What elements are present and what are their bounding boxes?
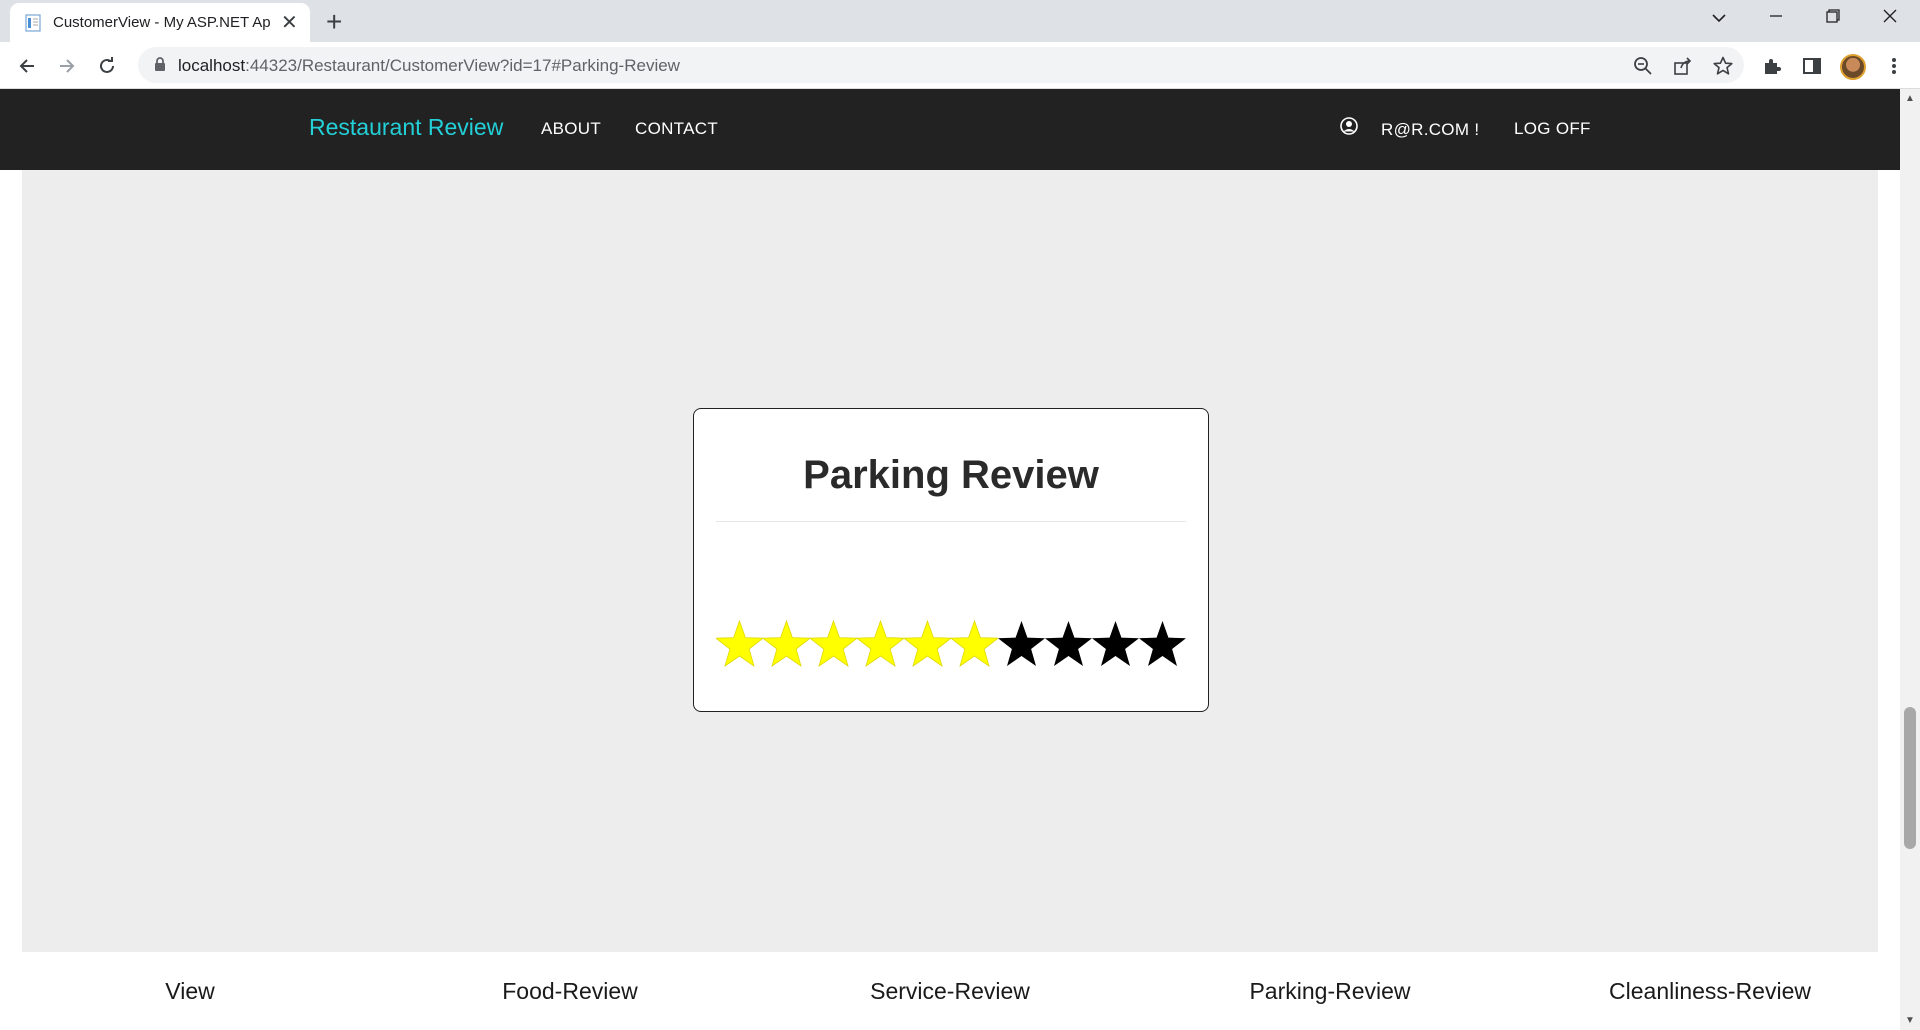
star-empty-icon[interactable] (998, 619, 1045, 671)
restore-button[interactable] (1813, 6, 1853, 29)
bottom-nav-service-review[interactable]: Service-Review (760, 978, 1140, 1005)
lock-icon[interactable] (154, 57, 166, 77)
bookmark-star-icon[interactable] (1712, 55, 1734, 77)
bottom-nav-cleanliness-review[interactable]: Cleanliness-Review (1520, 978, 1900, 1005)
card-title: Parking Review (803, 453, 1099, 497)
new-tab-button[interactable]: + (326, 8, 342, 36)
share-icon[interactable] (1672, 55, 1694, 77)
nav-log-off[interactable]: LOG OFF (1514, 119, 1591, 139)
menu-kebab-icon[interactable] (1882, 54, 1906, 78)
nav-contact[interactable]: CONTACT (635, 119, 718, 139)
star-empty-icon[interactable] (1045, 619, 1092, 671)
url-text: localhost:44323/Restaurant/CustomerView?… (178, 56, 680, 76)
site-navbar: Restaurant Review ABOUT CONTACT R@R.COM … (0, 89, 1900, 170)
side-panel-icon[interactable] (1800, 54, 1824, 78)
browser-toolbar: localhost:44323/Restaurant/CustomerView?… (0, 42, 1920, 89)
scroll-thumb[interactable] (1904, 707, 1916, 849)
card-divider (716, 521, 1186, 522)
minimize-button[interactable] (1756, 6, 1796, 29)
page-scrollbar[interactable]: ▲ ▼ (1900, 89, 1920, 1030)
star-filled-icon[interactable] (857, 619, 904, 671)
reload-button[interactable] (91, 50, 123, 82)
close-window-button[interactable] (1870, 6, 1910, 29)
main-content: Parking Review (22, 170, 1878, 952)
nav-user-account[interactable]: R@R.COM ! (1381, 120, 1479, 140)
star-filled-icon[interactable] (716, 619, 763, 671)
back-button[interactable] (11, 50, 43, 82)
nav-about[interactable]: ABOUT (541, 119, 601, 139)
url-path: :44323/Restaurant/CustomerView?id=17#Par… (245, 56, 680, 75)
star-rating (716, 619, 1186, 671)
zoom-icon[interactable] (1632, 55, 1654, 77)
page-viewport: Restaurant Review ABOUT CONTACT R@R.COM … (0, 89, 1920, 1030)
profile-avatar[interactable] (1840, 54, 1866, 80)
star-filled-icon[interactable] (763, 619, 810, 671)
user-icon (1340, 117, 1358, 140)
star-filled-icon[interactable] (951, 619, 998, 671)
forward-button[interactable] (51, 50, 83, 82)
page-icon (24, 13, 42, 32)
brand-link[interactable]: Restaurant Review (309, 114, 503, 141)
scroll-up-arrow-icon[interactable]: ▲ (1905, 93, 1915, 104)
tab-search-icon[interactable] (1699, 6, 1739, 29)
scroll-down-arrow-icon[interactable]: ▼ (1905, 1015, 1915, 1026)
star-empty-icon[interactable] (1139, 619, 1186, 671)
browser-tab-bar: CustomerView - My ASP.NET Application ✕ … (0, 0, 1920, 42)
star-filled-icon[interactable] (904, 619, 951, 671)
browser-tab[interactable]: CustomerView - My ASP.NET Application ✕ (10, 3, 310, 42)
extensions-icon[interactable] (1760, 54, 1784, 78)
close-tab-icon[interactable]: ✕ (281, 13, 298, 33)
bottom-nav-food-review[interactable]: Food-Review (380, 978, 760, 1005)
url-host: localhost (178, 56, 246, 75)
parking-review-card: Parking Review (693, 408, 1209, 712)
star-filled-icon[interactable] (810, 619, 857, 671)
address-bar[interactable]: localhost:44323/Restaurant/CustomerView?… (138, 47, 1744, 83)
tab-title: CustomerView - My ASP.NET Application (53, 14, 271, 31)
bottom-nav-parking-review[interactable]: Parking-Review (1140, 978, 1520, 1005)
review-section-nav: View Food-Review Service-Review Parking-… (0, 952, 1900, 1030)
bottom-nav-view[interactable]: View (0, 978, 380, 1005)
star-empty-icon[interactable] (1092, 619, 1139, 671)
